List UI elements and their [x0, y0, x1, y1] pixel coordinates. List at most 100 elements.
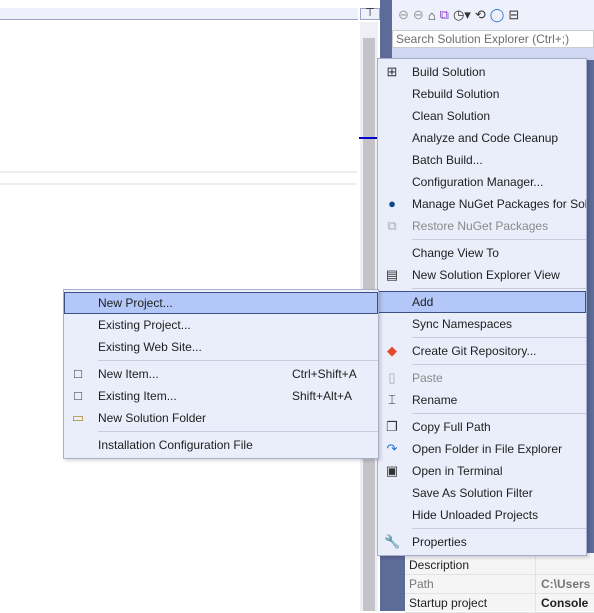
wrench-icon: 🔧: [384, 534, 401, 549]
menu-item-open-folder-in-file-explorer[interactable]: ↷ Open Folder in File Explorer: [378, 438, 586, 460]
collapse-icon[interactable]: ⊟: [508, 7, 519, 23]
menu-item-shortcut: Shift+Alt+A: [292, 389, 353, 403]
rename-icon: ⌶: [388, 392, 396, 407]
menu-item-hide-unloaded-projects[interactable]: Hide Unloaded Projects: [378, 504, 586, 526]
menu-item-label: Analyze and Code Cleanup: [412, 131, 559, 145]
menu-item-clean-solution[interactable]: Clean Solution: [378, 105, 586, 127]
menu-item-configuration-manager[interactable]: Configuration Manager...: [378, 171, 586, 193]
solution-explorer-toolbar: ⊖ ⊖ ⌂ ⧉ ◷▾ ⟲ ◯ ⊟: [392, 0, 594, 30]
menu-item-restore-nuget-packages[interactable]: ⧉ Restore NuGet Packages: [378, 215, 586, 237]
menu-item-batch-build[interactable]: Batch Build...: [378, 149, 586, 171]
menu-item-new-item[interactable]: □ New Item... Ctrl+Shift+A: [64, 363, 378, 385]
menu-separator: [412, 288, 586, 289]
menu-item-existing-project[interactable]: Existing Project...: [64, 314, 378, 336]
new-item-icon: □: [74, 366, 82, 381]
menu-item-label: New Solution Explorer View: [412, 268, 560, 282]
property-row[interactable]: Startup project Console: [405, 594, 594, 613]
menu-separator: [98, 360, 378, 361]
menu-item-add[interactable]: Add: [378, 291, 586, 313]
back-icon[interactable]: ⊖: [398, 7, 409, 23]
refresh-icon[interactable]: ◯: [490, 7, 505, 23]
menu-item-label: Restore NuGet Packages: [412, 219, 549, 233]
existing-item-icon: □: [74, 388, 82, 403]
window-icon: ▤: [385, 267, 399, 282]
menu-separator: [412, 364, 586, 365]
menu-item-label: Change View To: [412, 246, 499, 260]
menu-item-label: Existing Item...: [98, 389, 177, 403]
menu-separator: [412, 413, 586, 414]
menu-item-label: Manage NuGet Packages for Solution...: [412, 197, 586, 211]
property-row[interactable]: Path C:\Users: [405, 575, 594, 594]
menu-item-label: Batch Build...: [412, 153, 483, 167]
terminal-icon: ▣: [385, 463, 399, 478]
solution-context-menu: ⊞ Build Solution Rebuild Solution Clean Sol…: [377, 58, 587, 556]
menu-item-label: Paste: [412, 371, 443, 385]
menu-item-shortcut: Ctrl+Shift+A: [292, 367, 357, 381]
build-icon: ⊞: [386, 64, 398, 79]
menu-item-label: Rebuild Solution: [412, 87, 500, 101]
menu-item-label: Installation Configuration File: [98, 438, 253, 452]
menu-item-label: Save As Solution Filter: [412, 486, 533, 500]
editor-field[interactable]: [0, 171, 357, 185]
property-value: [536, 556, 541, 574]
menu-item-rebuild-solution[interactable]: Rebuild Solution: [378, 83, 586, 105]
menu-item-label: New Project...: [98, 296, 173, 310]
solution-search-input[interactable]: Search Solution Explorer (Ctrl+;): [392, 30, 594, 48]
menu-item-manage-nuget-packages-for-solution[interactable]: ● Manage NuGet Packages for Solution...: [378, 193, 586, 215]
properties-grid: Description Path C:\Users Startup project Co…: [405, 553, 594, 613]
property-value: Console: [541, 596, 589, 610]
new-folder-icon: ▭: [71, 410, 85, 425]
property-key: Path: [405, 575, 536, 593]
vs-icon[interactable]: ⧉: [440, 7, 449, 23]
open-folder-icon: ↷: [386, 441, 398, 456]
property-value: C:\Users: [541, 577, 591, 591]
menu-separator: [412, 239, 586, 240]
menu-item-installation-configuration-file[interactable]: Installation Configuration File: [64, 434, 378, 456]
menu-item-label: Copy Full Path: [412, 420, 491, 434]
add-submenu: New Project... Existing Project... Existin…: [63, 289, 379, 459]
menu-item-change-view-to[interactable]: Change View To: [378, 242, 586, 264]
menu-item-copy-full-path[interactable]: ❐ Copy Full Path: [378, 416, 586, 438]
menu-item-sync-namespaces[interactable]: Sync Namespaces: [378, 313, 586, 335]
menu-item-build-solution[interactable]: ⊞ Build Solution: [378, 61, 586, 83]
menu-item-create-git-repository[interactable]: ◆ Create Git Repository...: [378, 340, 586, 362]
menu-item-open-in-terminal[interactable]: ▣ Open in Terminal: [378, 460, 586, 482]
menu-item-rename[interactable]: ⌶ Rename: [378, 389, 586, 411]
nuget-icon: ●: [388, 196, 396, 211]
menu-item-label: New Item...: [98, 367, 159, 381]
menu-item-label: Create Git Repository...: [412, 344, 537, 358]
git-icon: ◆: [387, 343, 397, 358]
menu-item-label: Sync Namespaces: [412, 317, 513, 331]
menu-item-label: Clean Solution: [412, 109, 491, 123]
menu-item-label: Existing Project...: [98, 318, 191, 332]
menu-item-new-solution-explorer-view[interactable]: ▤ New Solution Explorer View: [378, 264, 586, 286]
menu-item-save-as-solution-filter[interactable]: Save As Solution Filter: [378, 482, 586, 504]
menu-item-label: Hide Unloaded Projects: [412, 508, 539, 522]
editor-combo-bar[interactable]: [0, 8, 358, 20]
property-key: Startup project: [405, 594, 536, 612]
history-icon[interactable]: ◷▾: [453, 7, 471, 23]
property-row[interactable]: Description: [405, 556, 594, 575]
menu-item-analyze-and-code-cleanup[interactable]: Analyze and Code Cleanup: [378, 127, 586, 149]
menu-item-new-solution-folder[interactable]: ▭ New Solution Folder: [64, 407, 378, 429]
menu-item-label: Open Folder in File Explorer: [412, 442, 563, 456]
sync-icon[interactable]: ⟲: [475, 7, 486, 23]
menu-separator: [412, 528, 586, 529]
menu-item-existing-web-site[interactable]: Existing Web Site...: [64, 336, 378, 358]
forward-icon[interactable]: ⊖: [413, 7, 424, 23]
pin-icon[interactable]: ⊤: [360, 8, 380, 20]
menu-item-paste[interactable]: ▯ Paste: [378, 367, 586, 389]
menu-item-label: Configuration Manager...: [412, 175, 544, 189]
menu-item-properties[interactable]: 🔧 Properties: [378, 531, 586, 553]
menu-item-existing-item[interactable]: □ Existing Item... Shift+Alt+A: [64, 385, 378, 407]
menu-item-label: New Solution Folder: [98, 411, 207, 425]
scroll-marker: [359, 137, 377, 139]
copy-icon: ❐: [386, 419, 398, 434]
menu-separator: [98, 431, 378, 432]
menu-item-new-project[interactable]: New Project...: [64, 292, 378, 314]
menu-item-label: Build Solution: [412, 65, 486, 79]
menu-item-label: Properties: [412, 535, 467, 549]
home-icon[interactable]: ⌂: [428, 8, 436, 23]
paste-icon: ▯: [388, 370, 396, 385]
restore-icon: ⧉: [387, 218, 397, 233]
